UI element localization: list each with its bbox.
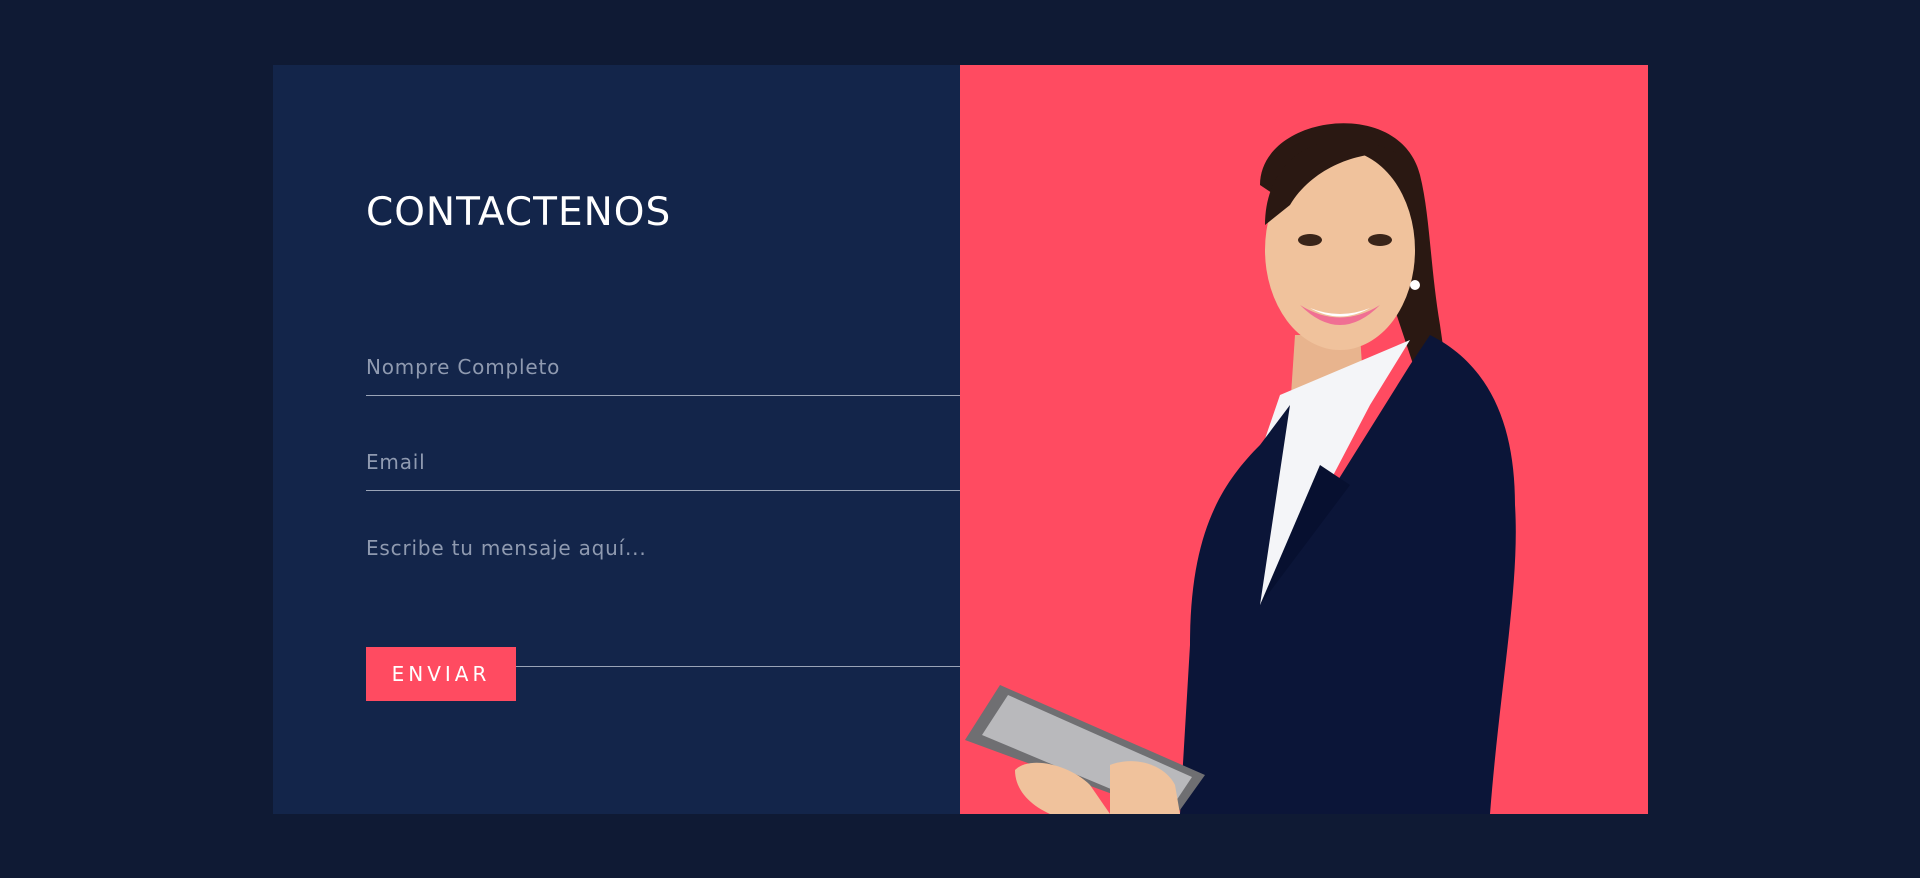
businesswoman-photo bbox=[965, 123, 1516, 814]
full-name-input[interactable] bbox=[366, 339, 960, 396]
email-input[interactable] bbox=[366, 433, 960, 491]
send-button[interactable]: ENVIAR bbox=[366, 647, 516, 701]
contact-form-panel: CONTACTENOS ENVIAR bbox=[273, 65, 960, 814]
contact-card: CONTACTENOS ENVIAR bbox=[273, 65, 1648, 814]
photo-panel bbox=[960, 65, 1648, 814]
page-title: CONTACTENOS bbox=[366, 190, 672, 235]
